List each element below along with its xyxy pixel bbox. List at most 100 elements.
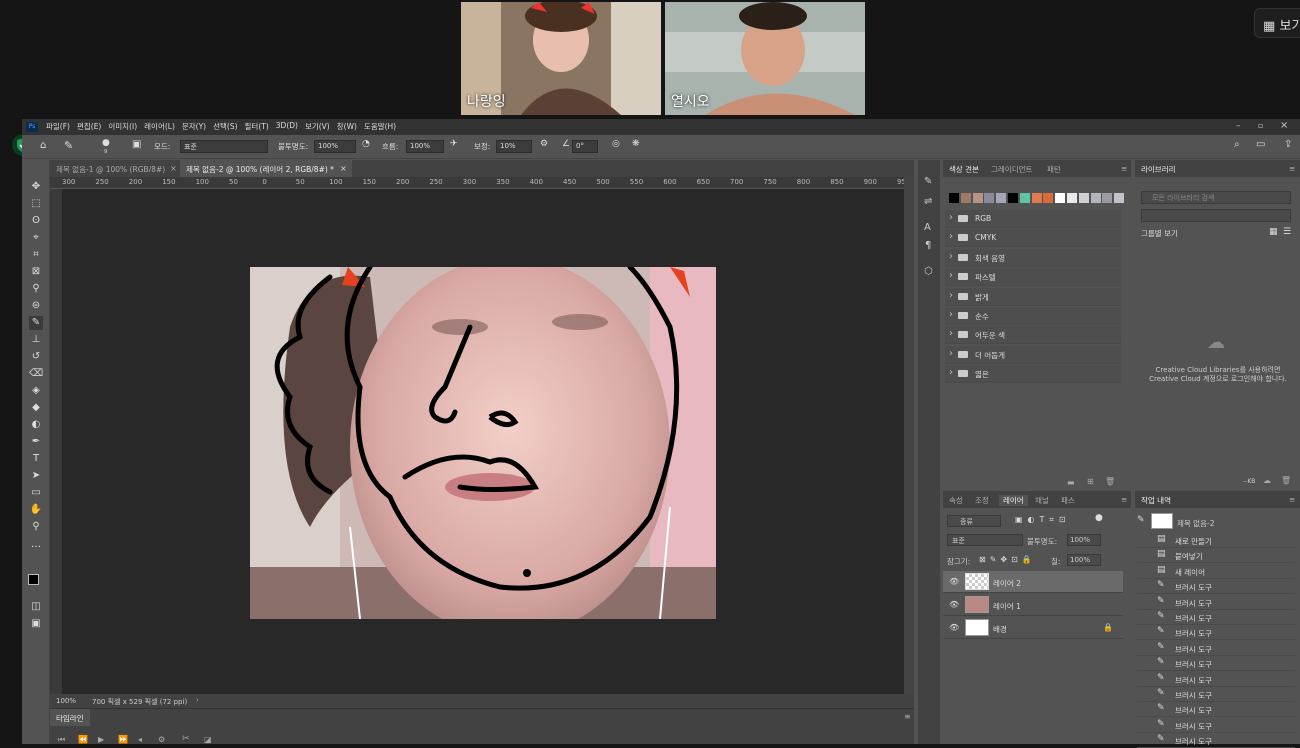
new-group-icon[interactable]: ▬ <box>1067 478 1075 487</box>
zoom-tool-icon[interactable]: ⚲ <box>29 520 43 534</box>
color-swatch[interactable] <box>1031 193 1042 203</box>
flow-input[interactable]: 100% <box>406 140 444 153</box>
tab-document-2[interactable]: 제목 없음-2 @ 100% (레이어 2, RGB/8#) * <box>180 160 352 177</box>
color-swatch[interactable] <box>1114 193 1125 203</box>
swatch-folder[interactable]: 밝게 <box>945 287 1121 306</box>
history-item[interactable]: ✎ 브러시 도구 <box>1137 625 1295 641</box>
color-swatch[interactable] <box>996 193 1007 203</box>
3d-icon[interactable]: ⬡ <box>924 266 933 277</box>
tab-swatches[interactable]: 색상 견본 <box>949 164 979 175</box>
library-search-input[interactable]: 모든 라이브러리 검색 <box>1141 191 1291 204</box>
zoom-level[interactable]: 100% <box>56 697 76 705</box>
document-info[interactable]: 700 픽셀 x 529 픽셀 (72 ppi) <box>92 697 187 707</box>
menu-window[interactable]: 창(W) <box>337 121 357 132</box>
next-frame-icon[interactable]: ⏩ <box>118 735 128 744</box>
history-item[interactable]: ✎ 브러시 도구 <box>1137 702 1295 718</box>
pressure-size-icon[interactable]: ◎ <box>612 139 620 149</box>
tab-history[interactable]: 작업 내역 <box>1141 495 1171 506</box>
history-item[interactable]: ✎ 브러시 도구 <box>1137 656 1295 672</box>
move-tool-icon[interactable]: ✥ <box>29 180 43 194</box>
history-item[interactable]: ✎ 브러시 도구 <box>1137 579 1295 595</box>
smoothing-settings-icon[interactable]: ⚙ <box>540 139 548 149</box>
swatch-folder[interactable]: 회색 음영 <box>945 248 1121 267</box>
healing-tool-icon[interactable]: ⊜ <box>29 299 43 313</box>
opacity-input[interactable]: 100% <box>314 140 356 153</box>
tab-adjustments[interactable]: 조정 <box>975 495 989 506</box>
brush-panel-icon[interactable]: ▣ <box>132 139 141 150</box>
airbrush-icon[interactable]: ✈ <box>450 139 458 149</box>
color-swatch[interactable] <box>1067 193 1077 203</box>
layer-name[interactable]: 배경 <box>993 624 1007 635</box>
transition-icon[interactable]: ◪ <box>204 735 212 744</box>
color-swatch[interactable] <box>972 193 983 203</box>
lasso-tool-icon[interactable]: ʘ <box>29 214 43 228</box>
panel-menu-icon[interactable]: ≡ <box>904 712 911 721</box>
scissors-icon[interactable]: ✂ <box>182 734 190 744</box>
history-item[interactable]: ▤ 붙여넣기 <box>1137 548 1295 564</box>
swatch-folder[interactable]: 엷은 <box>945 365 1121 384</box>
color-swatch[interactable] <box>984 193 995 203</box>
history-item[interactable]: ▤ 새로 만들기 <box>1137 533 1295 548</box>
history-item[interactable]: ✎ 브러시 도구 <box>1137 595 1295 610</box>
more-tools-icon[interactable]: … <box>29 538 43 552</box>
visibility-eye-icon[interactable]: 👁 <box>949 577 959 586</box>
swatch-folder[interactable]: CMYK <box>945 229 1121 248</box>
tab-gradients[interactable]: 그레이디언트 <box>991 164 1032 175</box>
tab-document-1[interactable]: 제목 없음-1 @ 100% (RGB/8#) <box>50 160 178 177</box>
crop-tool-icon[interactable]: ⌗ <box>29 248 43 262</box>
filter-toggle-icon[interactable]: ● <box>1095 513 1103 523</box>
brush-preset-icon[interactable]: ✎ <box>64 139 73 152</box>
play-icon[interactable]: ▶ <box>98 735 104 744</box>
eraser-tool-icon[interactable]: ⌫ <box>29 367 43 381</box>
history-item[interactable]: ✎ 브러시 도구 <box>1137 733 1295 748</box>
color-swatch[interactable] <box>1055 193 1066 203</box>
view-button[interactable]: ▦ 보기 <box>1254 8 1300 38</box>
trash-icon[interactable]: 🗑 <box>1105 477 1115 486</box>
brush-tool-icon[interactable]: ✎ <box>29 316 43 330</box>
home-icon[interactable]: ⌂ <box>40 140 46 151</box>
layer-name[interactable]: 레이어 2 <box>993 578 1021 589</box>
tab-libraries[interactable]: 라이브러리 <box>1141 164 1176 175</box>
history-item[interactable]: ▤ 새 레이어 <box>1137 564 1295 579</box>
panel-menu-icon[interactable]: ≡ <box>1289 164 1295 173</box>
group-by-select[interactable]: 그룹별 보기 <box>1141 228 1178 239</box>
history-brush-tool-icon[interactable]: ↺ <box>29 350 43 364</box>
layer-row[interactable]: 👁 레이어 1 <box>943 594 1123 616</box>
layer-name[interactable]: 레이어 1 <box>993 601 1021 612</box>
minimize-icon[interactable]: – <box>1236 121 1241 131</box>
type-tool-icon[interactable]: T <box>29 452 43 466</box>
hand-tool-icon[interactable]: ✋ <box>29 503 43 517</box>
color-swatch[interactable] <box>1078 193 1089 203</box>
blend-mode-select[interactable]: 표준 <box>947 534 1023 546</box>
color-swatch[interactable] <box>1008 193 1018 203</box>
menu-edit[interactable]: 편집(E) <box>77 121 101 132</box>
library-select[interactable] <box>1141 209 1291 222</box>
audio-icon[interactable]: ◂ <box>138 735 142 744</box>
restore-icon[interactable]: ▫ <box>1258 121 1263 130</box>
lock-icon[interactable]: 🔒 <box>1103 623 1113 632</box>
menu-type[interactable]: 문자(Y) <box>182 121 206 132</box>
color-swatch[interactable] <box>949 193 959 203</box>
layer-row[interactable]: 👁 배경 🔒 <box>943 617 1123 639</box>
previous-frame-icon[interactable]: ⏪ <box>78 735 88 744</box>
chevron-right-icon[interactable]: › <box>196 696 199 704</box>
participant-video-2[interactable]: 열시오 <box>665 2 865 115</box>
history-item[interactable]: ✎ 브러시 도구 <box>1137 687 1295 702</box>
settings-icon[interactable]: ⚙ <box>158 735 165 744</box>
layer-filter-icons[interactable]: ▣◐T⌗⊡ <box>1015 515 1071 525</box>
swatch-folder[interactable]: 파스텔 <box>945 268 1121 287</box>
rectangle-tool-icon[interactable]: ▭ <box>29 486 43 500</box>
color-swatch[interactable] <box>1019 193 1030 203</box>
quick-mask-icon[interactable]: ◫ <box>29 600 43 614</box>
brush-settings-icon[interactable]: ✎ <box>924 176 932 187</box>
panel-menu-icon[interactable]: ≡ <box>1121 495 1127 504</box>
snapshot-name[interactable]: 제목 없음-2 <box>1177 518 1214 529</box>
trash-icon[interactable]: 🗑 <box>1281 476 1291 485</box>
eyedropper-tool-icon[interactable]: ⚲ <box>29 282 43 296</box>
history-item[interactable]: ✎ 브러시 도구 <box>1137 641 1295 656</box>
swatch-folder[interactable]: 어두운 색 <box>945 326 1121 345</box>
color-swatch[interactable] <box>960 193 971 203</box>
tab-channels[interactable]: 채널 <box>1035 495 1049 506</box>
color-swatch[interactable] <box>1043 193 1054 203</box>
paint-bucket-tool-icon[interactable]: ◈ <box>29 384 43 398</box>
